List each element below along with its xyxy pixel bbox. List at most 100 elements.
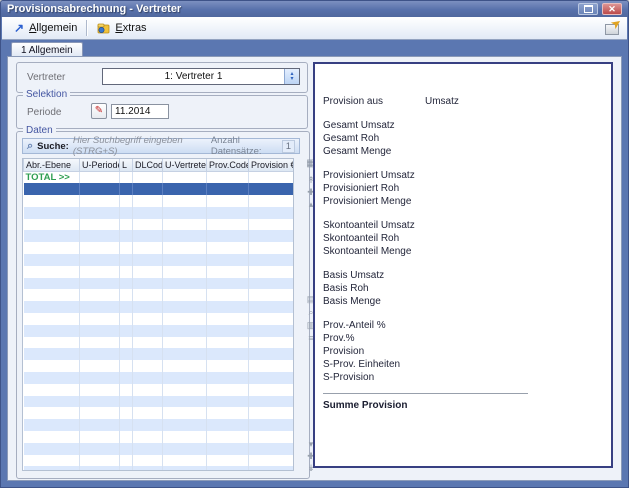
table-row[interactable] [24,419,294,431]
table-row-selected[interactable] [24,183,294,195]
column-header[interactable]: U-Periode [80,159,120,172]
extras-icon [97,22,110,34]
field-label: Provisioniert Roh [323,182,603,195]
table-row[interactable] [24,254,294,266]
table-row[interactable] [24,325,294,337]
record-count: Anzahl Datensätze: 1 [211,135,295,157]
menu-extras[interactable]: Extras [92,20,151,36]
table-row[interactable] [24,443,294,455]
table-row[interactable] [24,242,294,254]
provisioniert-group: Provisioniert Umsatz Provisioniert Roh P… [323,169,603,208]
field-label: Prov.% [323,332,603,345]
field-label: Gesamt Umsatz [323,119,603,132]
field-label: Basis Roh [323,282,603,295]
table-row[interactable] [24,455,294,467]
grid-body: TOTAL >> [24,172,294,472]
basis-group: Basis Umsatz Basis Roh Basis Menge [323,269,603,308]
export-button[interactable]: ➤ [604,21,620,35]
field-label: Skontoanteil Umsatz [323,219,603,232]
table-row[interactable] [24,360,294,372]
window-title: Provisionsabrechnung - Vertreter [7,3,181,15]
table-row[interactable] [24,195,294,207]
minimize-button[interactable] [578,3,598,15]
table-row[interactable] [24,348,294,360]
prov-group: Prov.-Anteil % Prov.% Provision S-Prov. … [323,319,603,384]
provision-detail-panel: Provision aus Umsatz Gesamt Umsatz Gesam… [313,62,613,468]
table-row[interactable] [24,266,294,278]
menu-toolbar: ↗ Allgemein Extras ➤ [2,17,627,40]
column-header[interactable]: Abr.-Ebene [24,159,80,172]
table-row[interactable] [24,407,294,419]
search-bar[interactable]: ⌕ Suche: Hier Suchbegriff eingeben (STRG… [22,138,300,154]
table-row[interactable] [24,466,294,471]
field-label: Skontoanteil Menge [323,245,603,258]
field-label: Provisioniert Menge [323,195,603,208]
field-label: S-Prov. Einheiten [323,358,603,371]
field-label: Skontoanteil Roh [323,232,603,245]
selektion-group: Selektion Periode ✎ [16,95,308,129]
selektion-caption: Selektion [23,89,70,101]
spinner-button[interactable]: ▴ ▾ [284,69,299,84]
skontoanteil-group: Skontoanteil Umsatz Skontoanteil Roh Sko… [323,219,603,258]
search-placeholder: Hier Suchbegriff eingeben (STRG+S) [73,135,207,157]
toolbar-separator [86,20,88,36]
menu-allgemein[interactable]: ↗ Allgemein [9,20,82,36]
table-row[interactable] [24,313,294,325]
table-row[interactable] [24,337,294,349]
field-label: Basis Menge [323,295,603,308]
daten-group: Daten ⌕ Suche: Hier Suchbegriff eingeben… [16,131,310,479]
field-label: Prov.-Anteil % [323,319,603,332]
search-label: Suche: [37,141,69,152]
menu-allgemein-label: Allgemein [29,22,77,34]
arrow-up-right-icon: ↗ [14,23,24,33]
field-label: Gesamt Roh [323,132,603,145]
tab-allgemein[interactable]: 1 Allgemein [11,42,83,57]
table-row[interactable] [24,372,294,384]
table-row[interactable] [24,384,294,396]
edit-calendar-icon: ✎ [95,106,103,116]
periode-input[interactable] [111,104,169,119]
column-header[interactable]: Provision € [249,159,294,172]
summe-provision-label: Summe Provision [323,399,603,412]
field-label: Gesamt Menge [323,145,603,158]
vertreter-label: Vertreter [27,72,65,83]
table-row[interactable] [24,396,294,408]
table-row[interactable] [24,301,294,313]
app-window: Provisionsabrechnung - Vertreter ✕ ↗ All… [0,0,629,488]
field-label: Provision [323,345,603,358]
menu-extras-label: Extras [115,22,146,34]
spinner-down-icon: ▾ [290,77,293,82]
search-icon: ⌕ [27,141,33,151]
table-row[interactable] [24,278,294,290]
field-label: S-Provision [323,371,603,384]
record-count-value: 1 [282,140,295,153]
provision-aus-value: Umsatz [425,95,459,108]
periode-picker-button[interactable]: ✎ [91,103,107,119]
close-button[interactable]: ✕ [602,3,622,15]
daten-caption: Daten [23,125,56,137]
table-row-total[interactable]: TOTAL >> [24,172,294,184]
titlebar[interactable]: Provisionsabrechnung - Vertreter ✕ [1,1,628,17]
vertreter-combobox[interactable]: 1: Vertreter 1 ▴ ▾ [102,68,300,85]
field-label: Basis Umsatz [323,269,603,282]
column-header[interactable]: DLCode [133,159,163,172]
table-row[interactable] [24,230,294,242]
vertreter-combobox-value: 1: Vertreter 1 [103,69,284,84]
tab-allgemein-label: 1 Allgemein [21,45,73,56]
column-header[interactable]: Prov.Code [207,159,249,172]
gesamt-group: Gesamt Umsatz Gesamt Roh Gesamt Menge [323,119,603,158]
table-row[interactable] [24,219,294,231]
periode-label: Periode [27,107,61,118]
table-row[interactable] [24,431,294,443]
grid-header-row: Abr.-Ebene U-Periode L DLCode U-Vertrete… [24,159,294,172]
restore-icon [584,5,593,13]
provision-aus-label: Provision aus [323,95,425,108]
data-grid: Abr.-Ebene U-Periode L DLCode U-Vertrete… [22,158,294,471]
column-header[interactable]: U-Vertreter [163,159,207,172]
table-row[interactable] [24,289,294,301]
record-count-label: Anzahl Datensätze: [211,135,279,157]
table-row[interactable] [24,207,294,219]
column-header[interactable]: L [120,159,133,172]
field-label: Provisioniert Umsatz [323,169,603,182]
main-panel: Vertreter 1: Vertreter 1 ▴ ▾ Selektion P… [7,56,622,481]
